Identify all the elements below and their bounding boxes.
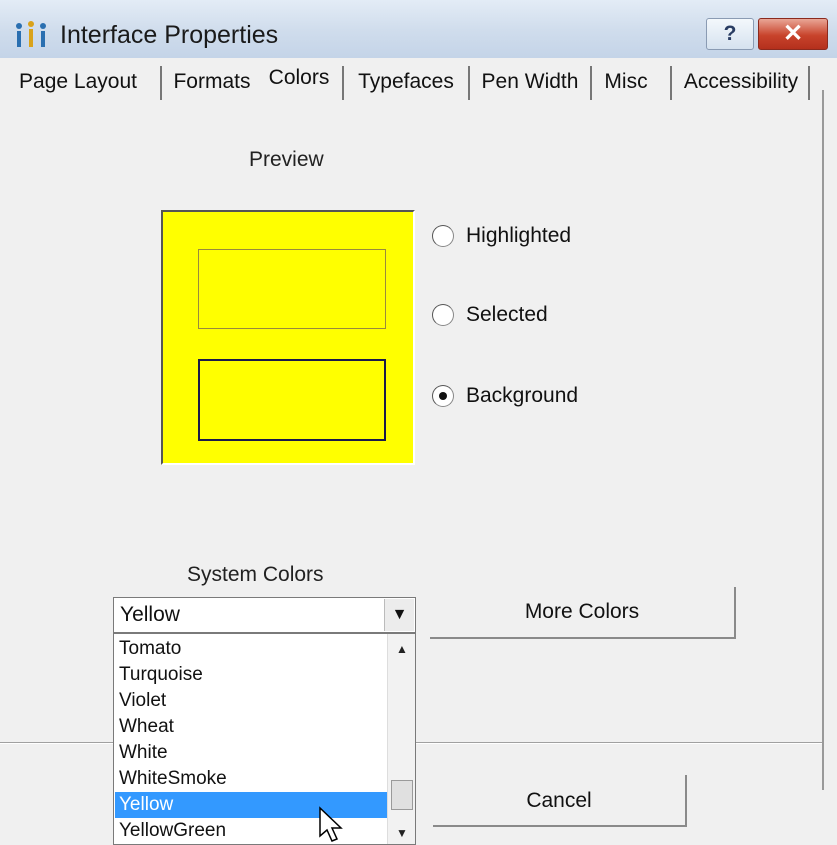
scroll-thumb[interactable] xyxy=(391,780,413,810)
radio-dot xyxy=(439,392,447,400)
radio-button[interactable] xyxy=(432,225,454,247)
list-scrollbar[interactable]: ▲ ▼ xyxy=(387,634,415,844)
tab-separator xyxy=(160,66,162,100)
tab-typefaces[interactable]: Typefaces xyxy=(348,62,464,106)
tab-separator xyxy=(590,66,592,100)
list-item[interactable]: Turquoise xyxy=(115,662,387,688)
list-item[interactable]: White xyxy=(115,740,387,766)
radio-label: Background xyxy=(466,384,579,407)
list-item-selected[interactable]: Yellow xyxy=(115,792,387,818)
radio-label: Selected xyxy=(466,303,548,326)
preview-label: Preview xyxy=(249,148,324,171)
help-button[interactable]: ? xyxy=(706,18,754,50)
tab-separator xyxy=(808,66,810,100)
tab-page-layout[interactable]: Page Layout xyxy=(2,62,154,106)
radio-button[interactable] xyxy=(432,385,454,407)
list-item[interactable]: WhiteSmoke xyxy=(115,766,387,792)
tab-separator xyxy=(342,66,344,100)
tab-separator xyxy=(468,66,470,100)
system-colors-label: System Colors xyxy=(187,563,324,586)
selected-preview-rect xyxy=(198,359,386,441)
tab-strip: Page Layout Formats Colors Typefaces Pen… xyxy=(0,58,837,106)
tab-separator xyxy=(670,66,672,100)
tab-formats[interactable]: Formats xyxy=(166,62,258,106)
list-item[interactable]: Tomato xyxy=(115,636,387,662)
title-bar: Interface Properties ? ✕ xyxy=(0,0,837,58)
system-colors-dropdown[interactable]: Yellow ▼ xyxy=(113,597,416,633)
scroll-down-icon[interactable]: ▼ xyxy=(388,820,415,844)
list-item[interactable]: Wheat xyxy=(115,714,387,740)
more-colors-button[interactable]: More Colors xyxy=(430,587,736,639)
list-item[interactable]: YellowGreen xyxy=(115,818,387,844)
tab-pen-width[interactable]: Pen Width xyxy=(474,62,586,106)
window-title: Interface Properties xyxy=(60,21,279,49)
radio-button[interactable] xyxy=(432,304,454,326)
cancel-button[interactable]: Cancel xyxy=(433,775,687,827)
interface-properties-window: Interface Properties ? ✕ Page Layout For… xyxy=(0,0,837,845)
radio-highlighted[interactable]: Highlighted xyxy=(432,221,571,251)
radio-background[interactable]: Background xyxy=(432,381,578,411)
dropdown-value: Yellow xyxy=(120,603,180,626)
panel-border xyxy=(822,90,824,790)
chevron-down-icon[interactable]: ▼ xyxy=(384,599,414,631)
tab-colors[interactable]: Colors xyxy=(260,58,338,102)
list-item[interactable]: Violet xyxy=(115,688,387,714)
mouse-pointer-icon xyxy=(319,806,343,842)
color-list[interactable]: Tomato Turquoise Violet Wheat White Whit… xyxy=(113,633,416,845)
radio-label: Highlighted xyxy=(466,224,572,247)
radio-selected[interactable]: Selected xyxy=(432,300,548,330)
app-icon xyxy=(16,21,46,47)
highlighted-preview-rect xyxy=(198,249,386,329)
close-button[interactable]: ✕ xyxy=(758,18,828,50)
tab-accessibility[interactable]: Accessibility xyxy=(676,62,806,106)
tab-misc[interactable]: Misc xyxy=(596,62,656,106)
scroll-up-icon[interactable]: ▲ xyxy=(388,636,415,662)
